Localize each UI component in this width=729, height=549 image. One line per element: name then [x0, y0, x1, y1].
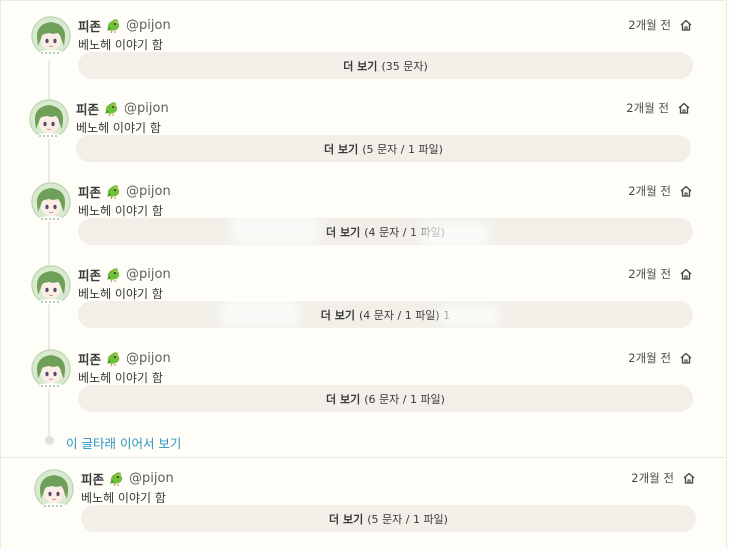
note-text: 베노헤 이야기 함 [76, 121, 161, 135]
show-more-label: 더 보기 [324, 142, 359, 156]
user-handle[interactable]: @pijon [126, 184, 171, 199]
show-more-button[interactable]: 더 보기 (4 문자 / 1 파일) [78, 218, 693, 245]
image-smudge [420, 222, 490, 248]
show-more-detail: (35 문자) [381, 59, 428, 73]
avatar[interactable] [29, 99, 69, 139]
bird-emoji-icon [108, 470, 125, 487]
user-handle[interactable]: @pijon [126, 351, 171, 366]
show-more-label: 더 보기 [326, 392, 361, 406]
note-header: 피존 @pijon 2개월 전 [78, 349, 693, 367]
show-more-button[interactable]: 더 보기 (35 문자) [78, 52, 693, 79]
bird-emoji-icon [105, 183, 122, 200]
show-more-button[interactable]: 더 보기 (5 문자 / 1 파일) [81, 505, 696, 532]
note-text: 베노헤 이야기 함 [81, 491, 166, 505]
note-header: 피존 @pijon 2개월 전 [81, 469, 696, 487]
note-header: 피존 @pijon 2개월 전 [78, 16, 693, 34]
divider [0, 457, 727, 458]
note-timestamp[interactable]: 2개월 전 [626, 100, 669, 116]
note: 피존 @pijon 2개월 전 베노헤 [0, 249, 727, 332]
show-more-detail: (4 문자 / 1 파일) 1 [358, 308, 451, 322]
note-timestamp[interactable]: 2개월 전 [628, 350, 671, 366]
user-name[interactable]: 피존 [78, 349, 101, 368]
show-more-label: 더 보기 [343, 59, 378, 73]
show-more-button[interactable]: 더 보기 (6 문자 / 1 파일) [78, 385, 693, 412]
bird-emoji-icon [105, 266, 122, 283]
note-header: 피존 @pijon 2개월 전 [78, 182, 693, 200]
avatar-image [31, 182, 71, 222]
continue-dot [45, 436, 54, 445]
avatar[interactable] [31, 182, 71, 222]
note-text: 베노헤 이야기 함 [78, 287, 163, 301]
image-smudge [230, 215, 320, 245]
avatar-image [31, 265, 71, 305]
user-handle[interactable]: @pijon [129, 471, 174, 486]
user-name[interactable]: 피존 [81, 469, 104, 488]
note-timestamp[interactable]: 2개월 전 [628, 266, 671, 282]
avatar[interactable] [34, 469, 74, 509]
note-header: 피존 @pijon 2개월 전 [76, 99, 691, 117]
avatar-image [31, 349, 71, 389]
avatar[interactable] [31, 349, 71, 389]
avatar-image [29, 99, 69, 139]
show-more-detail: (5 문자 / 1 파일) [367, 512, 448, 526]
note-timestamp[interactable]: 2개월 전 [628, 183, 671, 199]
show-more-label: 더 보기 [320, 308, 355, 322]
user-name[interactable]: 피존 [78, 182, 101, 201]
note: 피존 @pijon 2개월 전 베노헤 [0, 83, 725, 166]
avatar-image [31, 16, 71, 56]
avatar-image [34, 469, 74, 509]
user-name[interactable]: 피존 [78, 265, 101, 284]
note-timestamp[interactable]: 2개월 전 [628, 17, 671, 33]
user-handle[interactable]: @pijon [126, 18, 171, 33]
home-icon [679, 18, 693, 32]
image-smudge [440, 304, 500, 328]
note: 피존 @pijon 2개월 전 베노헤 [0, 333, 727, 416]
bird-emoji-icon [105, 17, 122, 34]
note-text: 베노헤 이야기 함 [78, 38, 163, 52]
home-icon [679, 184, 693, 198]
show-more-label: 더 보기 [329, 512, 364, 526]
note: 피존 @pijon 2개월 전 베노헤 [3, 453, 729, 536]
user-name[interactable]: 피존 [78, 16, 101, 35]
note-header: 피존 @pijon 2개월 전 [78, 265, 693, 283]
note-timestamp[interactable]: 2개월 전 [631, 470, 674, 486]
user-name[interactable]: 피존 [76, 99, 99, 118]
user-handle[interactable]: @pijon [124, 101, 169, 116]
note: 피존 @pijon 2개월 전 베노헤 [0, 0, 727, 83]
note: 피존 @pijon 2개월 전 베노헤 [0, 166, 727, 249]
image-smudge [220, 298, 300, 328]
show-more-button[interactable]: 더 보기 (4 문자 / 1 파일) 1 [78, 301, 693, 328]
home-icon [679, 351, 693, 365]
home-icon [682, 471, 696, 485]
show-more-detail: (5 문자 / 1 파일) [362, 142, 443, 156]
show-more-label: 더 보기 [326, 225, 361, 239]
bird-emoji-icon [103, 100, 120, 117]
show-more-detail: (6 문자 / 1 파일) [364, 392, 445, 406]
avatar[interactable] [31, 16, 71, 56]
note-text: 베노헤 이야기 함 [78, 371, 163, 385]
bird-emoji-icon [105, 350, 122, 367]
continue-thread-link[interactable]: 이 글타래 이어서 보기 [66, 433, 181, 452]
note-text: 베노헤 이야기 함 [78, 204, 163, 218]
home-icon [679, 267, 693, 281]
show-more-button[interactable]: 더 보기 (5 문자 / 1 파일) [76, 135, 691, 162]
home-icon [677, 101, 691, 115]
avatar[interactable] [31, 265, 71, 305]
user-handle[interactable]: @pijon [126, 267, 171, 282]
